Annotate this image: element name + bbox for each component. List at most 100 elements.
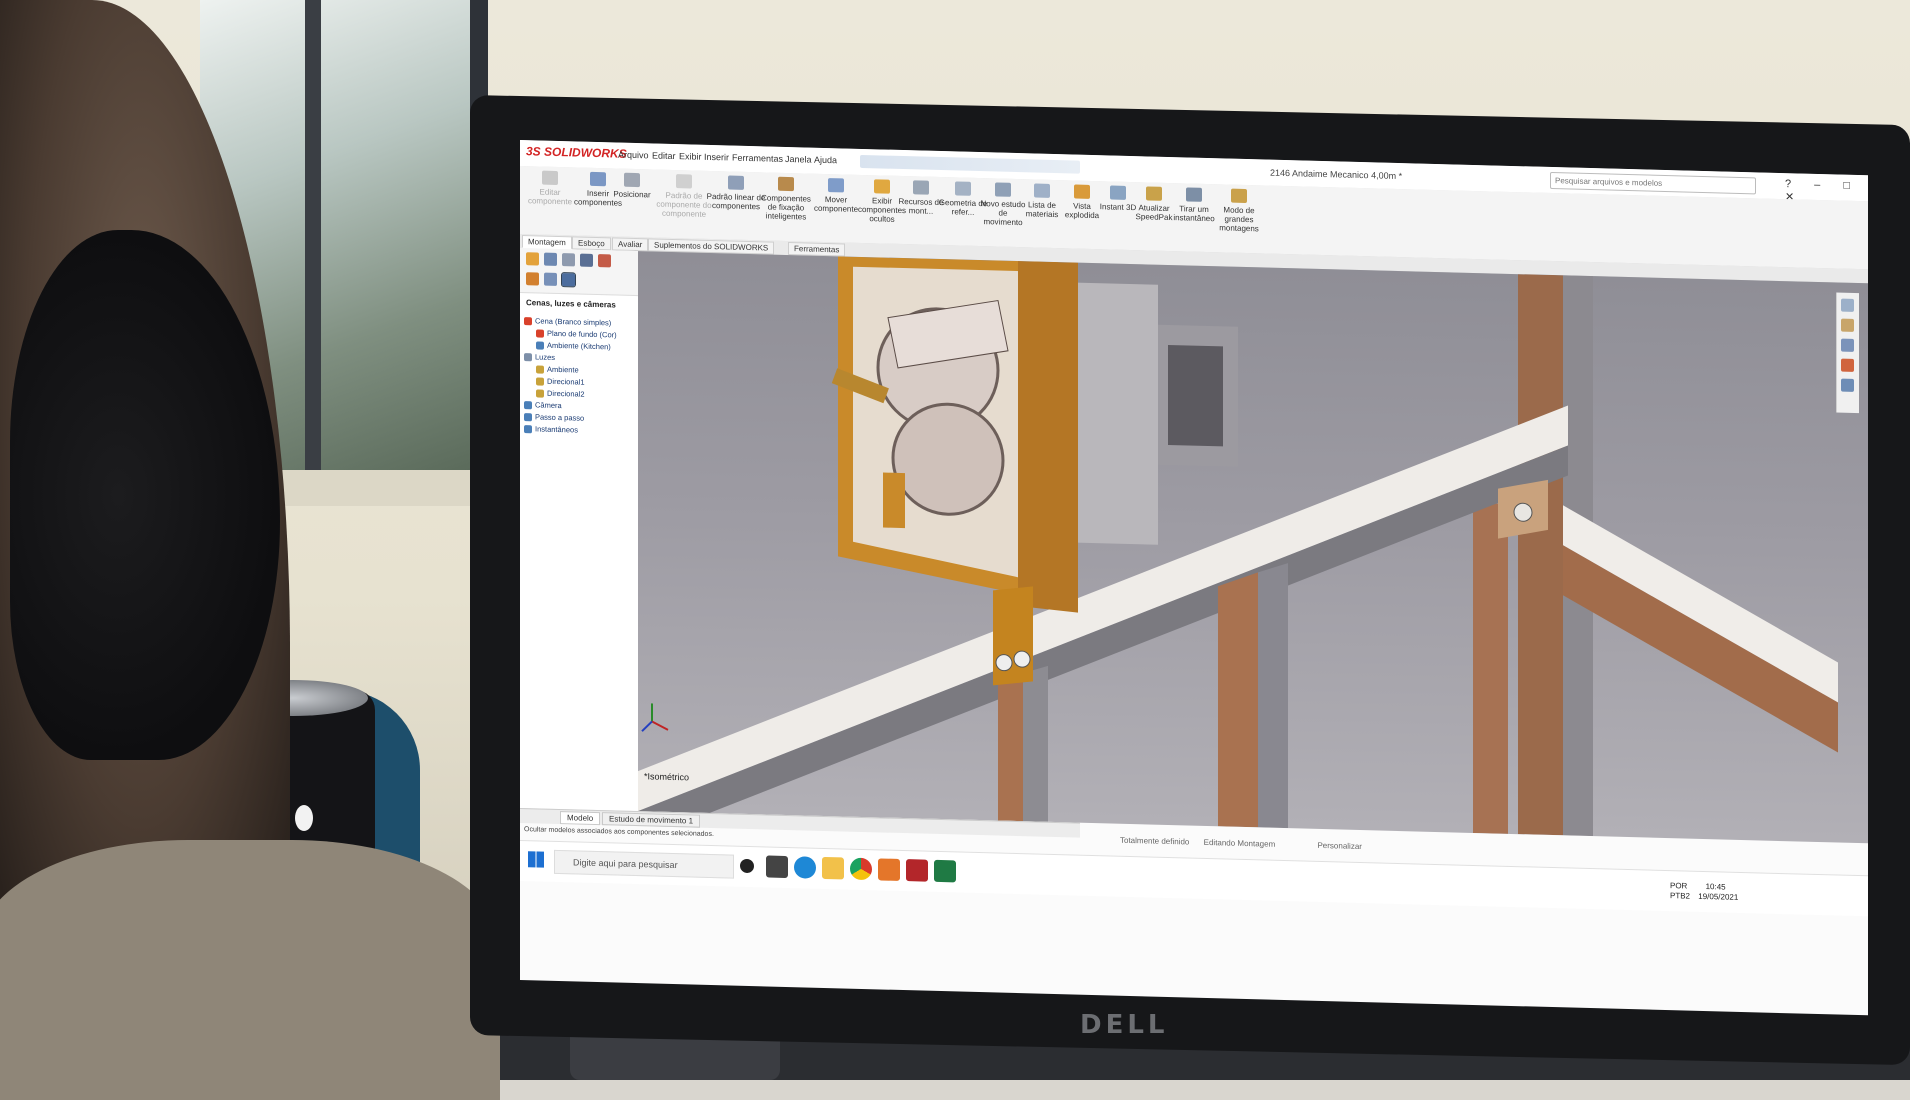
menu-inserir[interactable]: Inserir — [704, 152, 729, 163]
speedpak-button[interactable]: Atualizar SpeedPak — [1132, 186, 1176, 222]
feature-manager-panel: Cenas, luzes e câmeras Cena (Branco simp… — [520, 248, 639, 812]
large-assembly-icon — [1231, 188, 1247, 204]
bracket-bolt-2 — [1013, 650, 1031, 668]
feature-tree-icon[interactable] — [526, 252, 539, 266]
ribbon-label: Novo estudo de movimento — [980, 199, 1026, 228]
scene-tree: Cena (Branco simples) Plano de fundo (Cor… — [524, 316, 638, 439]
menu-arquivo[interactable]: Arquivo — [618, 150, 649, 161]
windows-taskbar: Digite aqui para pesquisar POR 10:45 PTB… — [520, 840, 1868, 917]
ribbon-label: Tirar um instantâneo — [1173, 204, 1215, 224]
tab-avaliar[interactable]: Avaliar — [612, 237, 649, 252]
tree-item-icon — [524, 317, 532, 326]
property-manager-icon[interactable] — [544, 252, 557, 266]
steel-post-left — [1023, 665, 1048, 822]
tree-item-icon — [524, 425, 532, 434]
dimxpert-icon[interactable] — [580, 253, 593, 267]
motion-study-icon — [995, 182, 1011, 197]
tab-modelo[interactable]: Modelo — [560, 811, 601, 826]
quick-access-toolbar[interactable] — [860, 154, 1080, 174]
display-manager-icon[interactable] — [598, 254, 611, 268]
solidworks-icon[interactable] — [906, 859, 928, 882]
tree-item-label: Ambiente — [547, 364, 579, 375]
motor-face — [1168, 344, 1223, 447]
brass-bracket — [993, 586, 1033, 686]
menu-exibir[interactable]: Exibir — [679, 151, 702, 162]
excel-icon[interactable] — [934, 859, 956, 883]
taskbar-search-input[interactable]: Digite aqui para pesquisar — [554, 849, 734, 879]
tree-item-label: Ambiente (Kitchen) — [547, 340, 611, 352]
ribbon-label: Lista de materiais — [1025, 200, 1059, 220]
tree-item-label: Luzes — [535, 352, 556, 362]
powerpoint-icon[interactable] — [878, 858, 900, 881]
status-state: Totalmente definido — [1120, 835, 1190, 847]
menu-ferramentas[interactable]: Ferramentas — [732, 153, 783, 164]
bom-button[interactable]: Lista de materiais — [1020, 183, 1064, 219]
cortana-icon[interactable] — [740, 858, 754, 874]
ribbon-label: Padrão de componente do componente — [656, 190, 712, 219]
brass-side-plate — [1018, 261, 1078, 613]
status-units[interactable]: Personalizar — [1317, 841, 1361, 851]
file-explorer-pane-icon[interactable] — [1841, 338, 1854, 352]
search-input[interactable]: Pesquisar arquivos e modelos — [1550, 171, 1756, 195]
copper-post-left — [998, 673, 1023, 822]
ribbon-label: Componentes de fixação inteligentes — [761, 193, 811, 222]
menu-janela[interactable]: Janela — [785, 154, 812, 165]
instant3d-icon — [1110, 185, 1126, 200]
custom-properties-icon[interactable] — [1841, 378, 1854, 392]
tab-estudo-movimento[interactable]: Estudo de movimento 1 — [602, 812, 701, 828]
ribbon-label: Posicionar — [613, 189, 651, 200]
linear-pattern-icon — [728, 175, 744, 190]
assembly-3d-view — [638, 256, 1838, 842]
mate-button[interactable]: Posicionar — [610, 172, 654, 199]
ribbon-label: Atualizar SpeedPak — [1135, 203, 1173, 223]
edge-icon[interactable] — [794, 856, 816, 879]
move-component-icon — [828, 178, 844, 193]
speaker-eye-right — [295, 805, 313, 831]
menu-ajuda[interactable]: Ajuda — [814, 155, 837, 166]
copper-post-mid — [1473, 502, 1508, 834]
file-explorer-icon[interactable] — [822, 856, 844, 880]
scenes-icon[interactable] — [561, 272, 576, 288]
snapshot-button[interactable]: Tirar um instantâneo — [1172, 187, 1216, 223]
appearances-icon[interactable] — [526, 272, 539, 286]
task-pane — [1836, 292, 1859, 414]
feature-manager-toolbar — [520, 248, 638, 297]
tree-item[interactable]: Instantâneos — [524, 424, 638, 439]
solidworks-logo[interactable]: 3S SOLIDWORKS — [526, 144, 627, 161]
tree-item-icon — [536, 341, 544, 350]
configuration-manager-icon[interactable] — [562, 253, 575, 267]
tree-item-icon — [524, 353, 532, 362]
keyboard-indicator: PTB2 — [1670, 891, 1691, 901]
graphics-viewport[interactable]: *Isométrico — [638, 251, 1868, 844]
component-pattern-button[interactable]: Padrão de componente do componente — [654, 174, 714, 220]
appearances-pane-icon[interactable] — [1841, 358, 1854, 372]
bom-icon — [1034, 183, 1050, 198]
tree-item-label: Direcional2 — [547, 388, 585, 399]
tree-item-label: Cena (Branco simples) — [535, 316, 612, 328]
resources-icon[interactable] — [1841, 298, 1854, 312]
large-assembly-button[interactable]: Modo de grandes montagens — [1214, 188, 1264, 233]
menu-editar[interactable]: Editar — [652, 150, 676, 161]
tree-item-label: Câmera — [535, 400, 562, 411]
bracket-bolt-1 — [995, 654, 1013, 672]
design-library-icon[interactable] — [1841, 318, 1854, 332]
exploded-view-icon — [1074, 184, 1090, 199]
task-view-icon[interactable] — [766, 855, 788, 879]
assembly-features-icon — [913, 180, 929, 195]
tree-item-icon — [524, 401, 532, 410]
tab-esboco[interactable]: Esboço — [572, 236, 611, 251]
tree-item-label: Plano de fundo (Cor) — [547, 328, 617, 340]
windows-start-icon[interactable] — [528, 851, 544, 868]
status-mode: Editando Montagem — [1203, 837, 1276, 849]
tab-montagem[interactable]: Montagem — [522, 235, 572, 250]
triad-z-axis — [641, 720, 653, 732]
tree-item-icon — [536, 329, 544, 338]
tree-item-icon — [536, 377, 544, 386]
chrome-icon[interactable] — [850, 857, 872, 881]
decals-icon[interactable] — [544, 272, 557, 286]
tree-item-label: Instantâneos — [535, 424, 578, 435]
snapshot-icon — [1186, 187, 1202, 202]
ribbon-label: Recursos de mont... — [898, 196, 944, 216]
system-tray[interactable]: POR 10:45 PTB2 19/05/2021 — [1670, 881, 1738, 903]
document-title: 2146 Andaime Mecanico 4,00m * — [1270, 167, 1403, 182]
